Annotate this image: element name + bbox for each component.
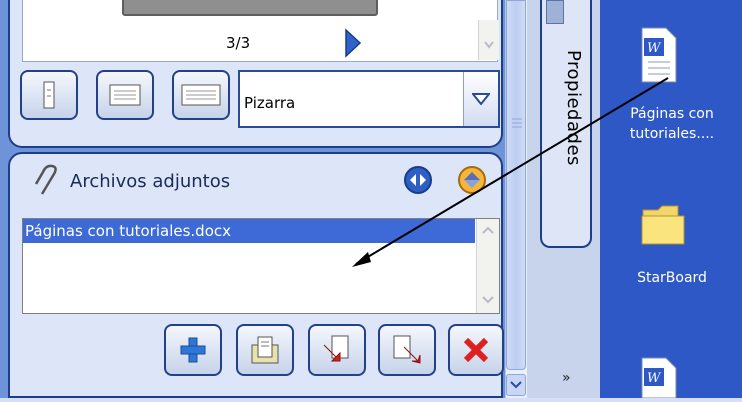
drag-arrow-annotation <box>352 77 669 267</box>
